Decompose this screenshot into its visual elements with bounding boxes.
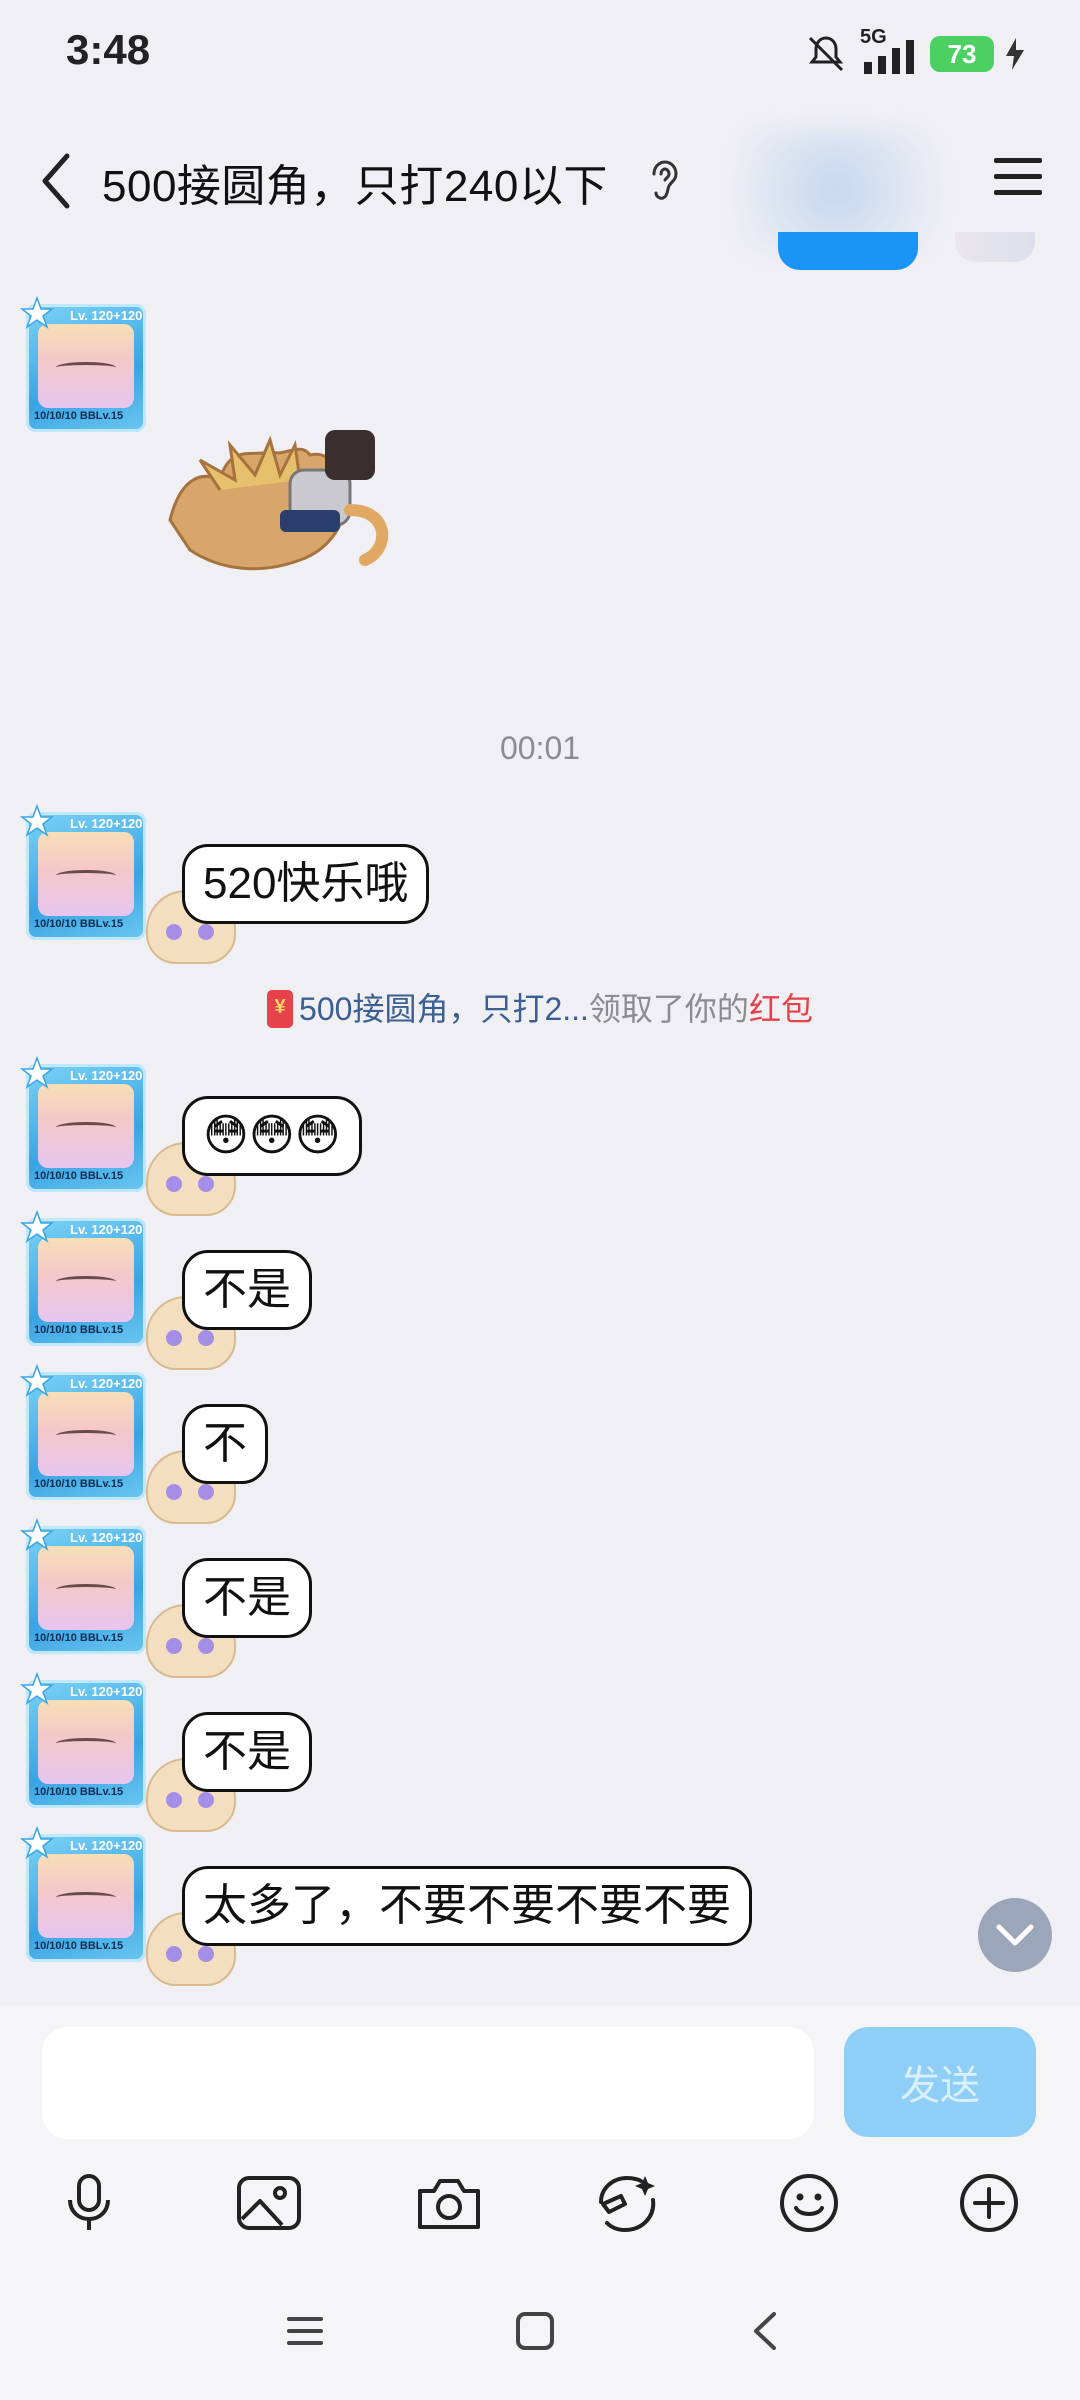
chat-title[interactable]: 500接圆角，只打240以下 — [102, 150, 608, 214]
avatar[interactable]: Lv. 120+120 10/10/10 BBLv.15 — [20, 1056, 150, 1194]
red-packet-notice: 500接圆角，只打2...领取了你的红包 — [0, 984, 1080, 1030]
status-icons: 5G 73 — [804, 26, 1024, 82]
chat-list[interactable]: Lv. 120+120 10/10/10 BBLv.15 00:01 Lv. 1… — [0, 250, 1080, 2005]
avatar-footer: 10/10/10 BBLv.15 — [34, 1478, 124, 1490]
sticker-image[interactable] — [160, 400, 410, 590]
input-bar: 发送 — [0, 2005, 1080, 2250]
avatar-level: Lv. 120+120 — [70, 308, 143, 323]
camera-icon[interactable] — [414, 2168, 484, 2238]
status-bar: 3:48 5G 73 — [0, 0, 1080, 110]
message-bubble[interactable]: 不是 — [182, 1558, 312, 1638]
toolbar — [0, 2168, 1080, 2238]
star-icon — [20, 1210, 54, 1243]
home-icon[interactable] — [512, 2308, 558, 2354]
avatar[interactable]: Lv. 120+120 10/10/10 BBLv.15 — [20, 296, 150, 434]
avatar[interactable]: Lv. 120+120 10/10/10 BBLv.15 — [20, 1518, 150, 1656]
avatar[interactable]: Lv. 120+120 10/10/10 BBLv.15 — [20, 804, 150, 942]
message-bubble[interactable]: 不 — [182, 1404, 268, 1484]
star-icon — [20, 804, 54, 837]
red-packet-icon — [267, 990, 294, 1028]
send-button[interactable]: 发送 — [844, 2027, 1036, 2137]
plus-icon[interactable] — [954, 2168, 1024, 2238]
battery-icon: 73 — [930, 36, 994, 72]
message-bubble[interactable]: 不是 — [182, 1250, 312, 1330]
star-icon — [20, 1056, 54, 1089]
avatar-level: Lv. 120+120 — [70, 1530, 143, 1545]
star-icon — [20, 1672, 54, 1705]
mute-icon — [808, 36, 844, 72]
star-icon — [20, 1518, 54, 1551]
avatar[interactable]: Lv. 120+120 10/10/10 BBLv.15 — [20, 1826, 150, 1964]
avatar-footer: 10/10/10 BBLv.15 — [34, 1940, 124, 1952]
signal-icon — [864, 40, 914, 74]
ear-icon[interactable] — [646, 158, 682, 204]
menu-icon[interactable] — [990, 154, 1046, 200]
chat-header: 500接圆角，只打240以下 — [0, 110, 1080, 250]
back-icon[interactable] — [34, 150, 78, 212]
red-packet-text: 领取了你的 — [588, 991, 749, 1027]
star-icon — [20, 1364, 54, 1397]
star-icon — [20, 296, 54, 329]
avatar-footer: 10/10/10 BBLv.15 — [34, 1170, 124, 1182]
star-icon — [20, 1826, 54, 1859]
system-nav-bar — [0, 2250, 1080, 2400]
avatar-footer: 10/10/10 BBLv.15 — [34, 1786, 124, 1798]
avatar-footer: 10/10/10 BBLv.15 — [34, 410, 124, 422]
mic-icon[interactable] — [54, 2168, 124, 2238]
emoji-icon[interactable] — [774, 2168, 844, 2238]
image-icon[interactable] — [234, 2168, 304, 2238]
avatar[interactable]: Lv. 120+120 10/10/10 BBLv.15 — [20, 1364, 150, 1502]
message-input[interactable] — [42, 2027, 814, 2139]
sticker-icon[interactable] — [592, 2168, 662, 2238]
avatar-level: Lv. 120+120 — [70, 1838, 143, 1853]
red-packet-link[interactable]: 红包 — [749, 991, 813, 1027]
chat-timestamp: 00:01 — [499, 730, 581, 766]
network-indicator: 5G — [860, 26, 918, 76]
status-time: 3:48 — [66, 26, 151, 73]
avatar-level: Lv. 120+120 — [70, 1684, 143, 1699]
avatar-footer: 10/10/10 BBLv.15 — [34, 918, 124, 930]
avatar-level: Lv. 120+120 — [70, 1068, 143, 1083]
recent-apps-icon[interactable] — [282, 2308, 328, 2354]
avatar-level: Lv. 120+120 — [70, 816, 143, 831]
message-bubble[interactable]: 太多了，不要不要不要不要 — [182, 1866, 752, 1946]
avatar-level: Lv. 120+120 — [70, 1222, 143, 1237]
message-bubble[interactable]: 不是 — [182, 1712, 312, 1792]
chevron-down-icon — [996, 1924, 1034, 1946]
message-bubble[interactable]: 😳😳😳 — [182, 1096, 362, 1176]
back-nav-icon[interactable] — [742, 2308, 788, 2354]
avatar-footer: 10/10/10 BBLv.15 — [34, 1324, 124, 1336]
message-bubble[interactable]: 520快乐哦 — [182, 844, 430, 924]
red-packet-receiver[interactable]: 500接圆角，只打2... — [299, 991, 589, 1027]
charging-icon — [1006, 38, 1024, 70]
avatar-footer: 10/10/10 BBLv.15 — [34, 1632, 124, 1644]
avatar[interactable]: Lv. 120+120 10/10/10 BBLv.15 — [20, 1672, 150, 1810]
avatar-level: Lv. 120+120 — [70, 1376, 143, 1391]
avatar[interactable]: Lv. 120+120 10/10/10 BBLv.15 — [20, 1210, 150, 1348]
scroll-to-bottom-button[interactable] — [978, 1898, 1052, 1972]
